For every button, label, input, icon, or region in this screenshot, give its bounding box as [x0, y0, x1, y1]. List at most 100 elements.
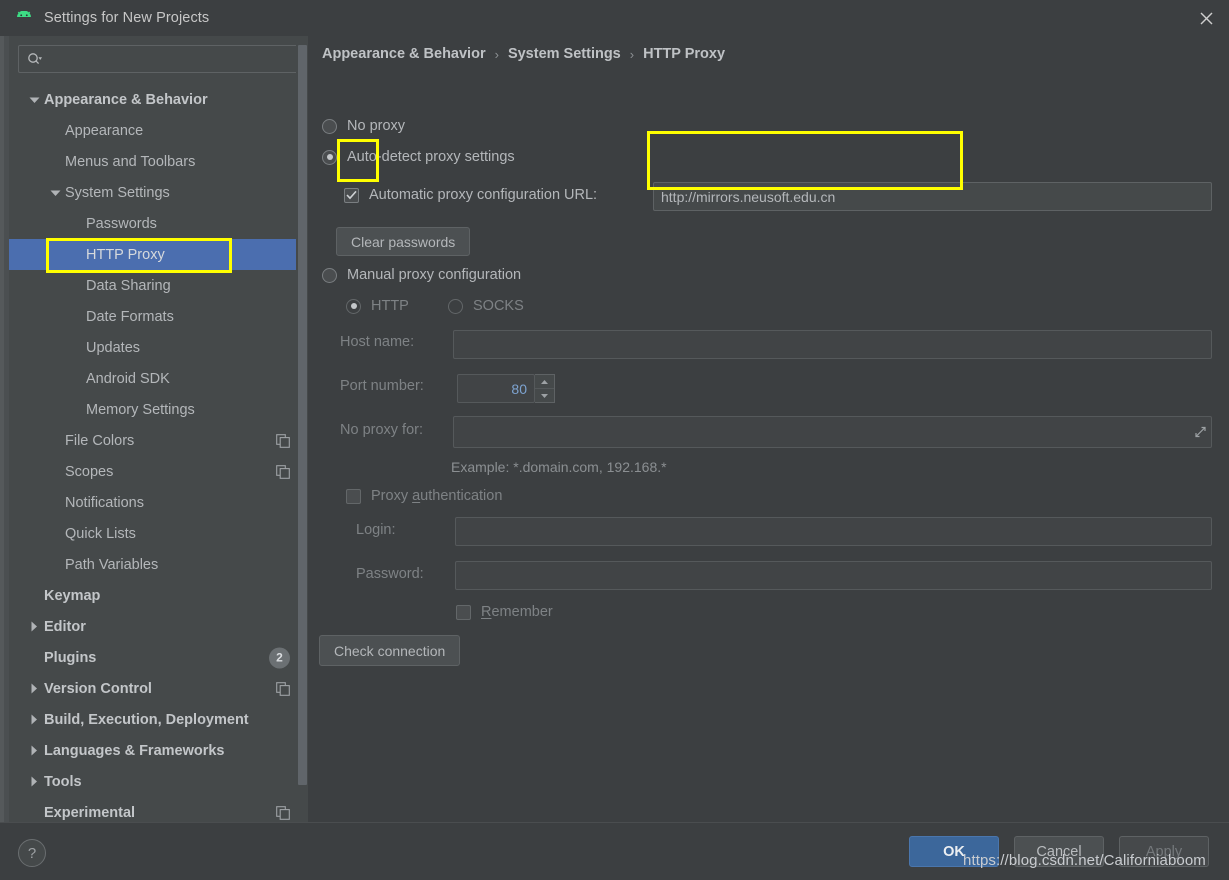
example-hint: Example: *.domain.com, 192.168.* — [451, 459, 667, 475]
sidebar-item-android-sdk[interactable]: Android SDK — [9, 363, 308, 394]
sidebar-item-experimental[interactable]: Experimental — [9, 797, 308, 822]
port-number-spin-buttons[interactable] — [535, 374, 555, 403]
breadcrumb-part-1[interactable]: Appearance & Behavior — [322, 46, 486, 62]
radio-manual-proxy[interactable]: Manual proxy configuration — [322, 267, 521, 283]
left-edge-strip — [0, 36, 9, 822]
host-name-label: Host name: — [340, 334, 415, 350]
sidebar-item-file-colors[interactable]: File Colors — [9, 425, 308, 456]
settings-tree[interactable]: Appearance & Behavior Appearance Menus and… — [9, 84, 308, 822]
sidebar-item-plugins[interactable]: Plugins 2 — [9, 642, 308, 673]
sidebar-item-languages-frameworks[interactable]: Languages & Frameworks — [9, 735, 308, 766]
radio-socks-indicator — [448, 298, 463, 314]
clear-passwords-button[interactable]: Clear passwords — [336, 227, 471, 256]
breadcrumb-part-2[interactable]: System Settings — [508, 46, 621, 62]
radio-http[interactable]: HTTP — [346, 298, 409, 314]
sidebar-item-menus-and-toolbars[interactable]: Menus and Toolbars — [9, 146, 308, 177]
sidebar-item-quick-lists[interactable]: Quick Lists — [9, 518, 308, 549]
sidebar-item-label: HTTP Proxy — [86, 246, 165, 263]
sidebar-item-data-sharing[interactable]: Data Sharing — [9, 270, 308, 301]
password-input[interactable] — [455, 561, 1212, 590]
checkbox-proxy-authentication[interactable]: Proxy authentication — [346, 488, 502, 504]
sidebar-item-label: Notifications — [65, 494, 144, 511]
sidebar-item-label: Version Control — [44, 680, 152, 697]
copy-icon — [276, 464, 290, 479]
spin-up-icon[interactable] — [535, 375, 554, 388]
checkbox-automatic-proxy-url-indicator — [344, 187, 359, 203]
help-button[interactable]: ? — [18, 839, 46, 867]
search-input[interactable] — [43, 51, 298, 67]
sidebar-item-http-proxy[interactable]: HTTP Proxy — [9, 239, 308, 270]
sidebar-item-updates[interactable]: Updates — [9, 332, 308, 363]
radio-auto-detect-proxy[interactable]: Auto-detect proxy settings — [322, 149, 515, 165]
check-connection-button[interactable]: Check connection — [319, 635, 461, 666]
no-proxy-for-input[interactable] — [453, 416, 1212, 448]
chevron-right-icon[interactable] — [27, 775, 41, 789]
sidebar-item-label: Data Sharing — [86, 277, 171, 294]
sidebar-item-path-variables[interactable]: Path Variables — [9, 549, 308, 580]
checkbox-automatic-proxy-url-label: Automatic proxy configuration URL: — [369, 187, 598, 203]
chevron-right-icon[interactable] — [27, 744, 41, 758]
search-icon — [27, 52, 43, 66]
radio-no-proxy[interactable]: No proxy — [322, 118, 405, 134]
sidebar-item-build-execution-deployment[interactable]: Build, Execution, Deployment — [9, 704, 308, 735]
sidebar-item-label: File Colors — [65, 432, 135, 449]
sidebar-item-passwords[interactable]: Passwords — [9, 208, 308, 239]
password-label: Password: — [356, 566, 424, 582]
port-number-stepper[interactable] — [457, 374, 555, 403]
expand-icon[interactable] — [1193, 425, 1208, 440]
chevron-down-icon[interactable] — [48, 186, 62, 200]
sidebar-item-system-settings[interactable]: System Settings — [9, 177, 308, 208]
chevron-right-icon[interactable] — [27, 620, 41, 634]
sidebar-item-label: Appearance — [65, 122, 144, 139]
sidebar-item-appearance-behavior[interactable]: Appearance & Behavior — [9, 84, 308, 115]
sidebar-scrollbar-track[interactable] — [296, 36, 308, 822]
radio-manual-proxy-indicator — [322, 267, 337, 283]
plugins-count-badge: 2 — [269, 647, 290, 668]
sidebar-item-label: Languages & Frameworks — [44, 742, 225, 759]
sidebar-item-keymap[interactable]: Keymap — [9, 580, 308, 611]
sidebar-scrollbar-thumb[interactable] — [298, 45, 307, 785]
sidebar-item-label: Android SDK — [86, 370, 170, 387]
sidebar-item-date-formats[interactable]: Date Formats — [9, 301, 308, 332]
copy-icon — [276, 805, 290, 820]
automatic-proxy-url-input[interactable] — [653, 182, 1212, 211]
sidebar-item-memory-settings[interactable]: Memory Settings — [9, 394, 308, 425]
host-name-input[interactable] — [453, 330, 1212, 359]
sidebar-item-label: Editor — [44, 618, 86, 635]
radio-manual-proxy-label: Manual proxy configuration — [347, 267, 522, 283]
port-number-label: Port number: — [340, 378, 424, 394]
chevron-right-icon[interactable] — [27, 682, 41, 696]
radio-socks[interactable]: SOCKS — [448, 298, 524, 314]
sidebar-item-appearance[interactable]: Appearance — [9, 115, 308, 146]
sidebar-item-notifications[interactable]: Notifications — [9, 487, 308, 518]
watermark: https://blog.csdn.net/Californiaboom — [963, 852, 1206, 869]
radio-http-label: HTTP — [371, 298, 409, 314]
sidebar-item-label: Memory Settings — [86, 401, 195, 418]
port-number-input[interactable] — [457, 374, 535, 403]
sidebar-item-editor[interactable]: Editor — [9, 611, 308, 642]
sidebar-item-scopes[interactable]: Scopes — [9, 456, 308, 487]
close-icon[interactable] — [1183, 0, 1229, 36]
search-box[interactable] — [18, 45, 299, 73]
checkbox-remember[interactable]: Remember — [456, 604, 553, 620]
chevron-right-icon[interactable] — [27, 713, 41, 727]
title-bar: Settings for New Projects — [0, 0, 1229, 36]
sidebar-item-tools[interactable]: Tools — [9, 766, 308, 797]
login-input[interactable] — [455, 517, 1212, 546]
spin-down-icon[interactable] — [535, 388, 554, 402]
sidebar-item-version-control[interactable]: Version Control — [9, 673, 308, 704]
radio-socks-label: SOCKS — [473, 298, 524, 314]
chevron-down-icon[interactable] — [27, 93, 41, 107]
checkbox-automatic-proxy-url[interactable]: Automatic proxy configuration URL: — [344, 187, 597, 203]
login-label: Login: — [356, 522, 396, 538]
checkbox-proxy-authentication-indicator — [346, 488, 361, 504]
left-edge-strip-inner — [0, 36, 4, 822]
